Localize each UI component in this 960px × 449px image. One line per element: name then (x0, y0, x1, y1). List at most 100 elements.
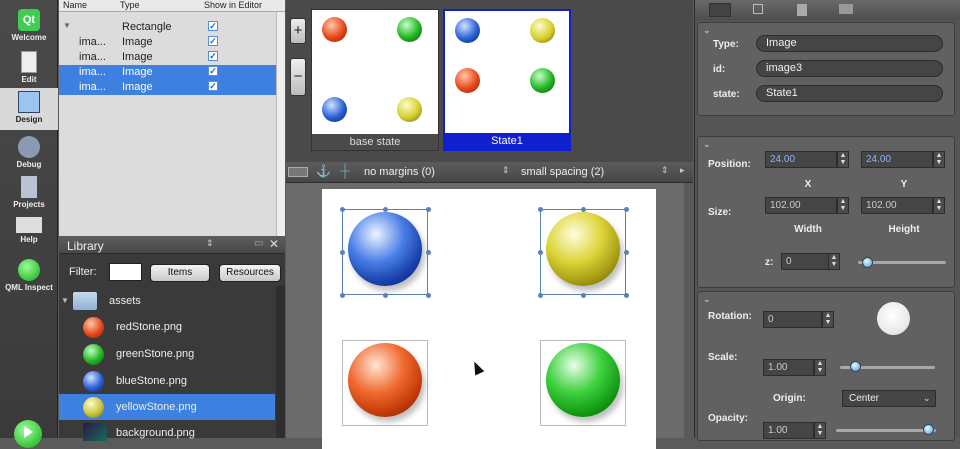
library-file[interactable]: blueStone.png (59, 368, 275, 394)
tree-row-image-selected[interactable]: ima... Image ✓ (59, 65, 285, 80)
height-field[interactable]: 102.00 (861, 197, 933, 214)
remove-state-button[interactable]: − (290, 58, 306, 96)
resize-handle[interactable] (383, 207, 388, 212)
position-y-field[interactable]: 24.00 (861, 151, 933, 168)
run-button[interactable] (14, 420, 42, 448)
resize-handle[interactable] (426, 293, 431, 298)
visibility-checkbox[interactable]: ✓ (208, 66, 218, 76)
id-field[interactable]: image3 (756, 60, 943, 77)
visibility-checkbox[interactable]: ✓ (208, 81, 218, 91)
folder-assets[interactable]: ▼ assets (59, 288, 275, 314)
resize-handle[interactable] (340, 250, 345, 255)
resize-handle[interactable] (340, 293, 345, 298)
design-canvas[interactable] (286, 183, 693, 449)
mode-projects[interactable]: Projects (0, 173, 58, 213)
collapse-arrow-icon[interactable]: ⌄ (703, 139, 711, 150)
column-show[interactable]: Show in Editor (204, 0, 262, 10)
resize-handle[interactable] (581, 293, 586, 298)
layout-toggle-icon[interactable] (288, 167, 308, 177)
resize-handle[interactable] (538, 250, 543, 255)
root-rectangle[interactable] (322, 189, 656, 449)
canvas-scrollbar[interactable] (684, 183, 693, 438)
resources-tab[interactable]: Resources (219, 264, 281, 282)
mode-edit[interactable]: Edit (0, 48, 58, 88)
spacing-select[interactable]: small spacing (2) (521, 166, 604, 178)
anchor-icon[interactable]: ⚓ (316, 164, 331, 178)
tab-list-icon[interactable] (839, 4, 853, 14)
collapse-arrow-icon[interactable]: ⌄ (703, 25, 711, 36)
mode-design[interactable]: Design (0, 88, 58, 130)
position-x-field[interactable]: 24.00 (765, 151, 837, 168)
library-file[interactable]: greenStone.png (59, 341, 275, 367)
resize-handle[interactable] (426, 250, 431, 255)
resize-handle[interactable] (538, 293, 543, 298)
width-field[interactable]: 102.00 (765, 197, 837, 214)
resize-handle[interactable] (624, 293, 629, 298)
mode-help[interactable]: Help (0, 214, 58, 254)
scale-field[interactable]: 1.00 (763, 359, 814, 376)
visibility-checkbox[interactable]: ✓ (208, 51, 218, 61)
tab-layout-icon[interactable] (753, 4, 763, 14)
selection-box-image[interactable] (342, 209, 428, 295)
tab-trash-icon[interactable] (797, 4, 807, 16)
visibility-checkbox[interactable]: ✓ (208, 21, 218, 31)
spinner-arrows-icon[interactable]: ▲ ▼ (933, 197, 945, 214)
more-arrow-icon[interactable]: ▸ (680, 165, 685, 176)
resize-handle[interactable] (538, 207, 543, 212)
margins-select[interactable]: no margins (0) (364, 166, 435, 178)
state-card-state1[interactable]: State1 (443, 9, 571, 151)
tab-properties-icon[interactable] (709, 3, 731, 17)
filter-input[interactable] (109, 263, 142, 281)
resize-handle[interactable] (426, 207, 431, 212)
type-field[interactable]: Image (756, 35, 943, 52)
float-icon[interactable]: ▭ (254, 238, 263, 249)
image-item[interactable] (342, 340, 428, 426)
dropdown-arrows-icon[interactable]: ⇕ (206, 238, 214, 249)
mode-qml-inspect[interactable]: QML Inspect (0, 256, 58, 296)
mode-welcome[interactable]: Qt Welcome (0, 6, 58, 46)
z-field[interactable]: 0 (781, 253, 829, 270)
collapse-arrow-icon[interactable]: ⌄ (703, 294, 711, 305)
spinner-arrows-icon[interactable]: ▲ ▼ (814, 359, 826, 376)
opacity-field[interactable]: 1.00 (763, 422, 814, 439)
snap-guides-icon[interactable]: ┼ (336, 163, 354, 181)
slider-knob[interactable] (850, 361, 861, 372)
spinner-arrows-icon[interactable]: ▲ ▼ (814, 422, 826, 439)
resize-handle[interactable] (340, 207, 345, 212)
visibility-checkbox[interactable]: ✓ (208, 36, 218, 46)
library-file-selected[interactable]: yellowStone.png (59, 394, 275, 420)
column-name[interactable]: Name (63, 0, 87, 10)
resize-handle[interactable] (383, 293, 388, 298)
mode-debug[interactable]: Debug (0, 133, 58, 173)
rotation-field[interactable]: 0 (763, 311, 822, 328)
items-tab[interactable]: Items (150, 264, 210, 282)
resize-handle[interactable] (581, 207, 586, 212)
library-file[interactable]: redStone.png (59, 314, 275, 340)
spinner-arrows-icon[interactable]: ▲ ▼ (837, 151, 849, 168)
origin-select[interactable]: Center (842, 390, 936, 407)
tree-row-image[interactable]: ima... Image ✓ (59, 35, 285, 50)
image-item[interactable] (540, 340, 626, 426)
state-field[interactable]: State1 (756, 85, 943, 102)
column-type[interactable]: Type (120, 0, 140, 10)
slider-knob[interactable] (923, 424, 934, 435)
add-state-button[interactable]: + (290, 18, 306, 44)
spinner-arrows-icon[interactable]: ▲ ▼ (828, 253, 840, 270)
navigator-scrollbar[interactable] (276, 12, 285, 236)
tree-row-rectangle[interactable]: ▼ Rectangle ✓ (59, 20, 285, 35)
tree-row-image[interactable]: ima... Image ✓ (59, 50, 285, 65)
resize-handle[interactable] (624, 207, 629, 212)
state-card-base[interactable]: base state (311, 9, 439, 151)
opacity-slider[interactable] (836, 429, 936, 432)
resize-handle[interactable] (624, 250, 629, 255)
tree-row-image-selected[interactable]: ima... Image ✓ (59, 80, 285, 95)
close-icon[interactable]: ✕ (269, 237, 279, 251)
library-scrollbar[interactable] (276, 286, 285, 438)
library-file[interactable]: background.png (59, 420, 275, 446)
slider-knob[interactable] (862, 257, 873, 268)
rotation-dial[interactable] (877, 302, 910, 335)
spinner-arrows-icon[interactable]: ▲ ▼ (837, 197, 849, 214)
spinner-arrows-icon[interactable]: ▲ ▼ (822, 311, 834, 328)
spinner-arrows-icon[interactable]: ▲ ▼ (933, 151, 945, 168)
selection-box-image[interactable] (540, 209, 626, 295)
